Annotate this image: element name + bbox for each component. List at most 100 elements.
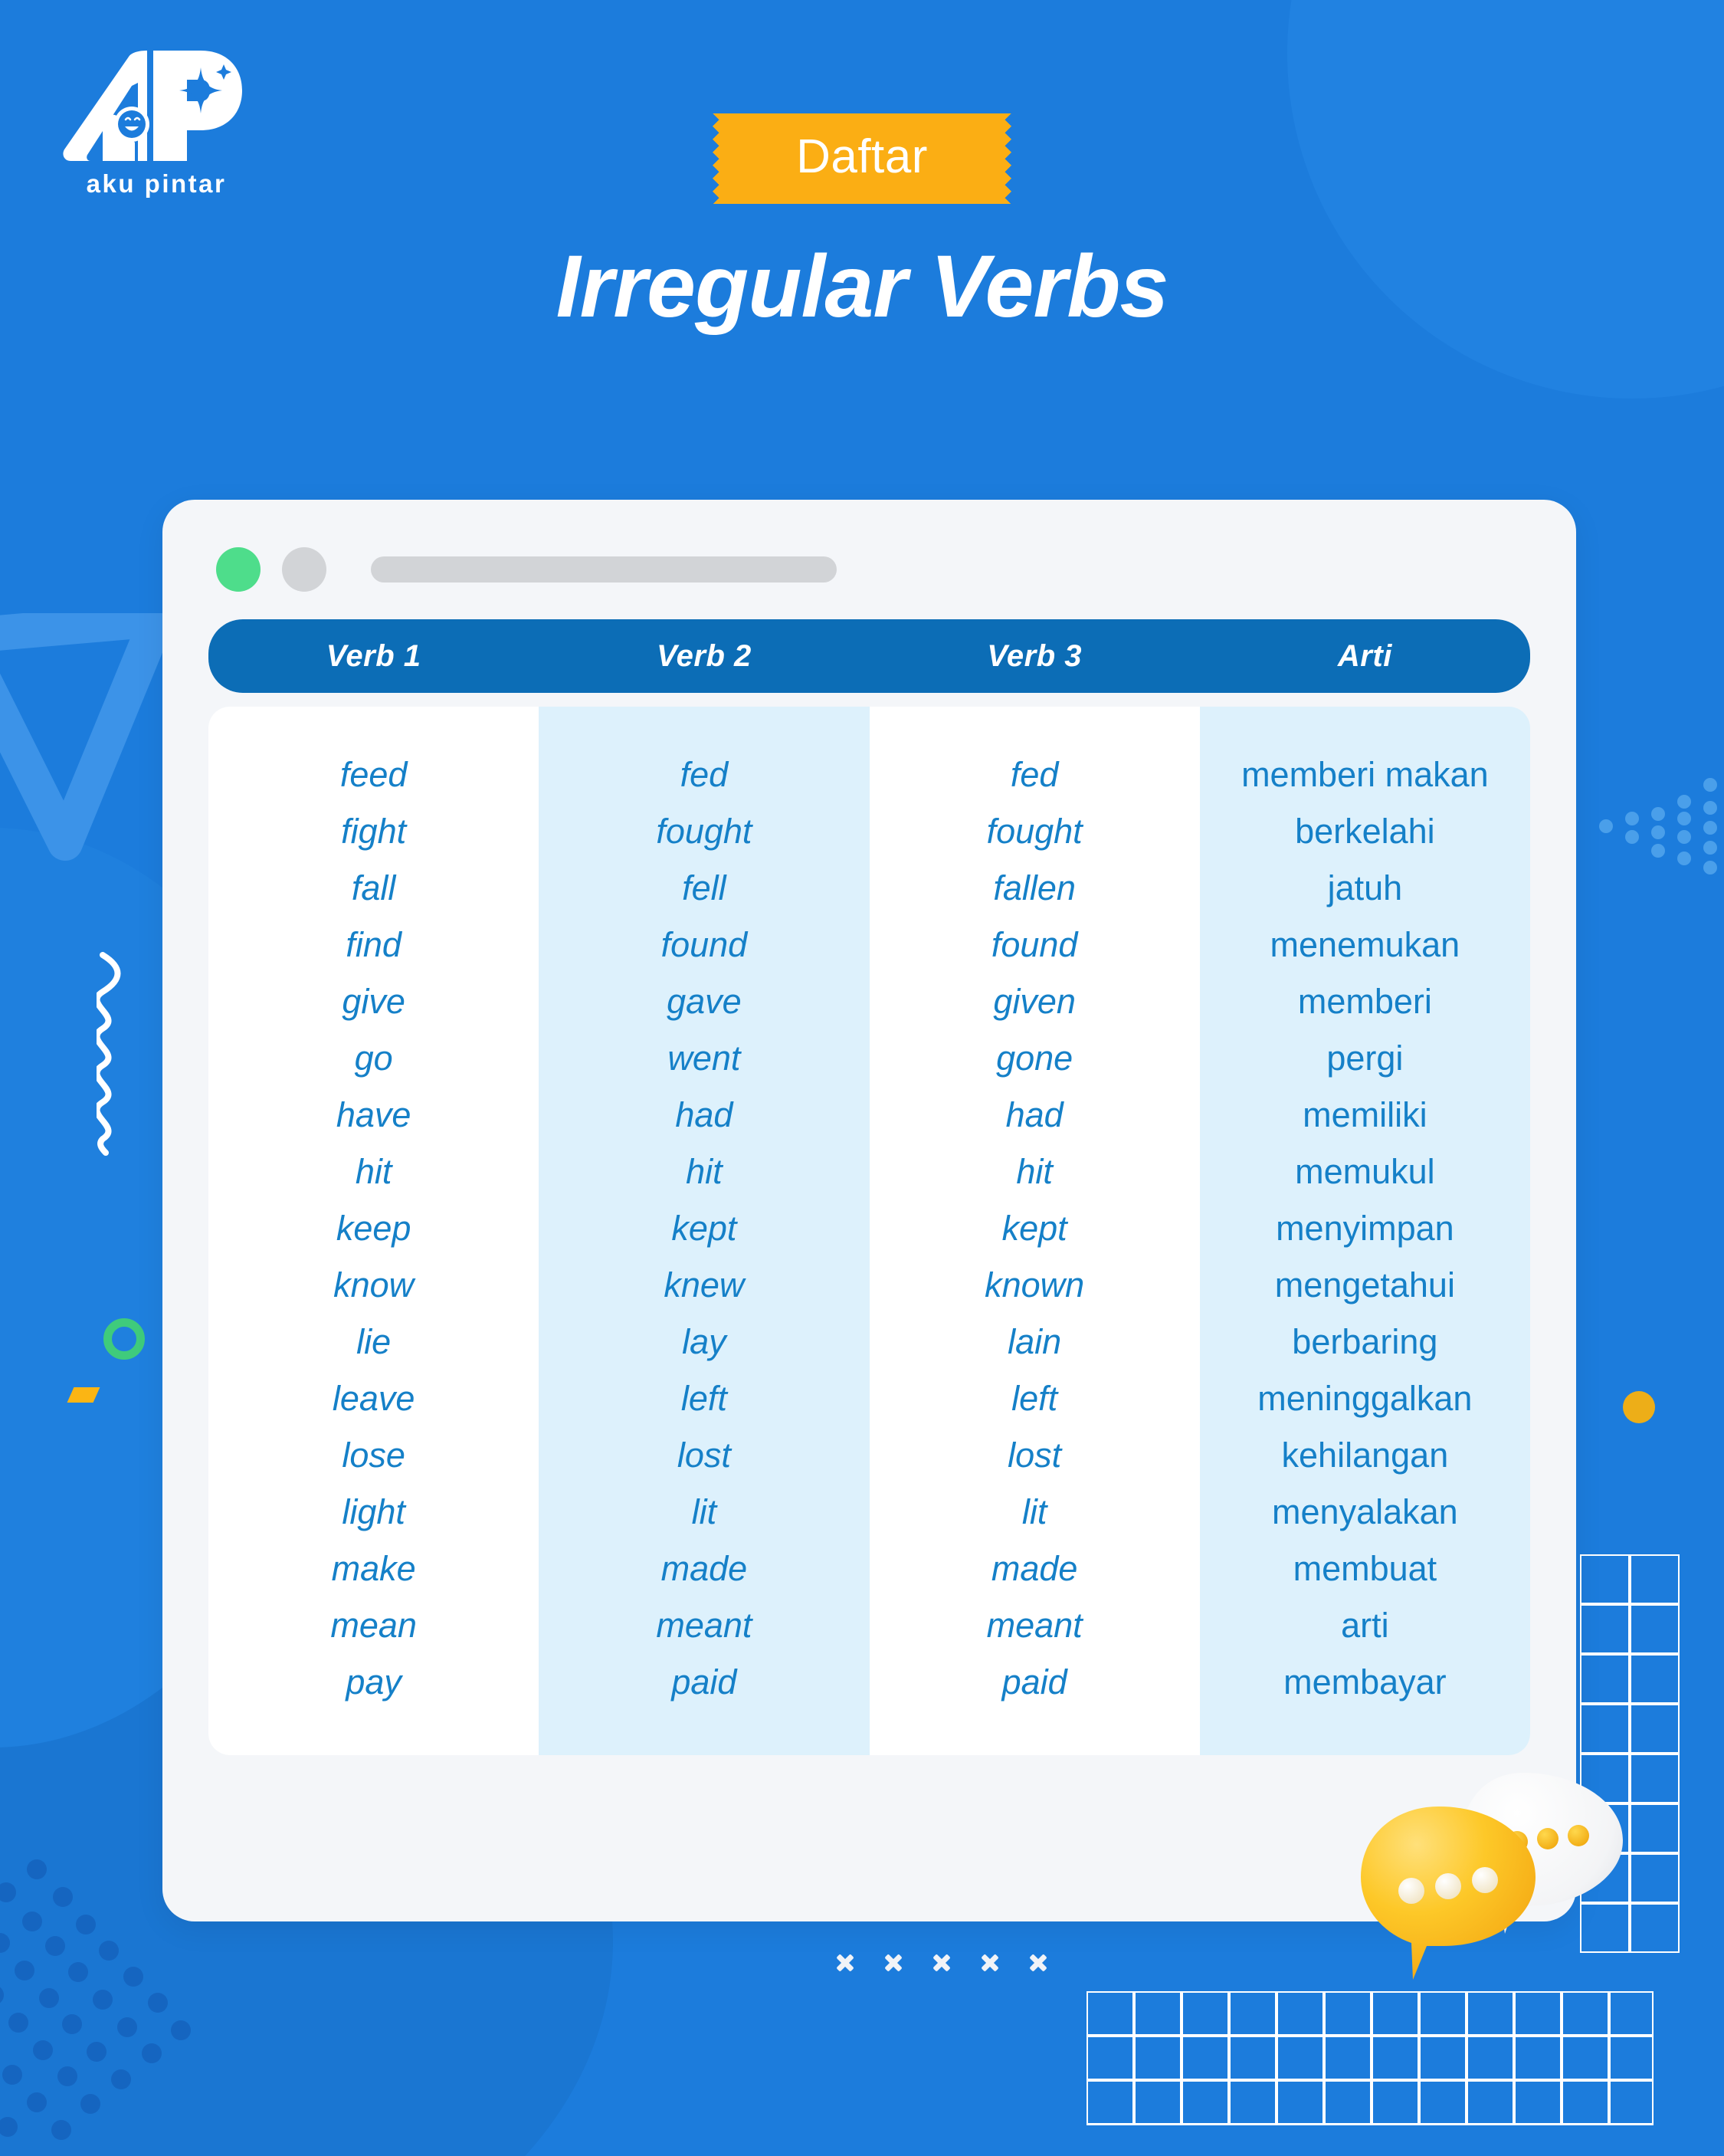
table-cell: gave [667,982,742,1021]
table-cell: lain [1008,1322,1062,1361]
table-header-row: Verb 1 Verb 2 Verb 3 Arti [208,619,1530,693]
table-cell: kept [671,1209,737,1248]
table-column-verb2: fed fought fell found gave went had hit kept knew… [539,707,870,1755]
table-cell: memukul [1295,1152,1435,1191]
table-cell: fell [682,868,726,907]
table-cell: lit [691,1492,717,1531]
table-cell: find [346,925,402,964]
ribbon-zigzag-left-icon [713,113,726,204]
green-window-dot-icon[interactable] [216,547,261,592]
table-cell: menemukan [1270,925,1460,964]
table-cell: found [660,925,748,964]
table-cell: kehilangan [1281,1436,1449,1475]
table-cell: made [660,1549,748,1588]
table-cell: fed [680,755,729,794]
table-cell: left [1011,1379,1058,1418]
table-cell: menyimpan [1276,1209,1454,1248]
table-cell: had [675,1095,733,1134]
table-cell: hit [355,1152,392,1191]
table-cell: pergi [1326,1039,1404,1078]
table-cell: meant [656,1606,752,1645]
table-cell: feed [339,755,408,794]
table-cell: jatuh [1327,868,1403,907]
table-cell: membayar [1283,1662,1447,1702]
address-bar[interactable] [371,556,837,582]
gray-window-dot-icon[interactable] [282,547,326,592]
table-cell: lost [677,1436,731,1475]
table-cell: found [991,925,1078,964]
table-cell: memberi makan [1241,755,1489,794]
orange-circle-decoration [1623,1391,1655,1423]
column-header-arti: Arti [1337,638,1392,673]
table-cell: left [680,1379,727,1418]
table-cell: menyalakan [1272,1492,1458,1531]
white-grid-bottom-decoration [1087,1991,1654,2125]
table-cell: give [342,982,405,1021]
table-cell: memberi [1297,982,1432,1021]
column-header-verb2: Verb 2 [656,638,752,673]
ribbon-zigzag-right-icon [998,113,1011,204]
table-cell: knew [664,1265,745,1304]
x-mark-icon [1028,1953,1048,1973]
table-cell: had [1005,1095,1064,1134]
verbs-table: Verb 1 Verb 2 Verb 3 Arti feed fight fall f… [162,592,1576,1755]
column-header-verb3: Verb 3 [987,638,1083,673]
table-cell: have [336,1095,411,1134]
table-cell: pay [346,1662,402,1702]
ribbon-label: Daftar [796,130,928,183]
table-column-verb1: feed fight fall find give go have hit keep know li… [208,707,539,1755]
ribbon-banner: Daftar [713,113,1011,204]
table-cell: fallen [993,868,1076,907]
table-cell: fought [986,812,1083,851]
table-cell: berbaring [1292,1322,1438,1361]
chat-bubble-yellow-icon [1361,1807,1536,1980]
table-cell: lie [356,1322,392,1361]
green-ring-decoration [103,1318,145,1360]
table-body: feed fight fall find give go have hit keep know li… [208,707,1530,1755]
table-cell: gone [996,1039,1073,1078]
x-mark-icon [932,1953,952,1973]
chat-bubbles-illustration [1361,1773,1623,1980]
table-cell: leave [332,1379,415,1418]
table-cell: lose [342,1436,405,1475]
table-cell: fought [656,812,752,851]
column-header-verb1: Verb 1 [326,638,421,673]
table-cell: fight [341,812,407,851]
table-cell: mean [330,1606,417,1645]
table-cell: given [993,982,1076,1021]
table-cell: membuat [1293,1549,1437,1588]
browser-window-card: Verb 1 Verb 2 Verb 3 Arti feed fight fall f… [162,500,1576,1921]
table-cell: berkelahi [1295,812,1435,851]
page-header: Daftar Irregular Verbs [0,113,1724,337]
table-cell: know [333,1265,415,1304]
table-cell: arti [1341,1606,1389,1645]
x-mark-icon [883,1953,903,1973]
table-cell: light [342,1492,405,1531]
table-cell: meninggalkan [1257,1379,1473,1418]
dot-grid-right-decoration [1599,778,1717,875]
table-cell: memiliki [1303,1095,1427,1134]
table-cell: go [354,1039,393,1078]
table-cell: hit [1016,1152,1053,1191]
table-cell: meant [986,1606,1083,1645]
table-cell: hit [686,1152,723,1191]
table-cell: paid [671,1662,737,1702]
table-column-arti: memberi makan berkelahi jatuh menemukan memb… [1199,707,1530,1755]
table-cell: went [667,1039,741,1078]
table-cell: paid [1001,1662,1067,1702]
table-cell: lay [682,1322,726,1361]
table-cell: kept [1001,1209,1067,1248]
table-cell: fall [351,868,396,907]
table-cell: mengetahui [1274,1265,1455,1304]
squiggle-icon [97,952,121,1156]
table-column-verb3: fed fought fallen found given gone had hit kept k… [869,707,1200,1755]
table-cell: lit [1021,1492,1047,1531]
page-title: Irregular Verbs [556,238,1169,336]
x-marks-row [835,1953,1048,1973]
x-mark-icon [980,1953,1000,1973]
table-cell: lost [1008,1436,1062,1475]
triangle-outline-icon [0,613,175,861]
table-cell: keep [336,1209,411,1248]
table-cell: known [985,1265,1085,1304]
table-cell: made [991,1549,1078,1588]
